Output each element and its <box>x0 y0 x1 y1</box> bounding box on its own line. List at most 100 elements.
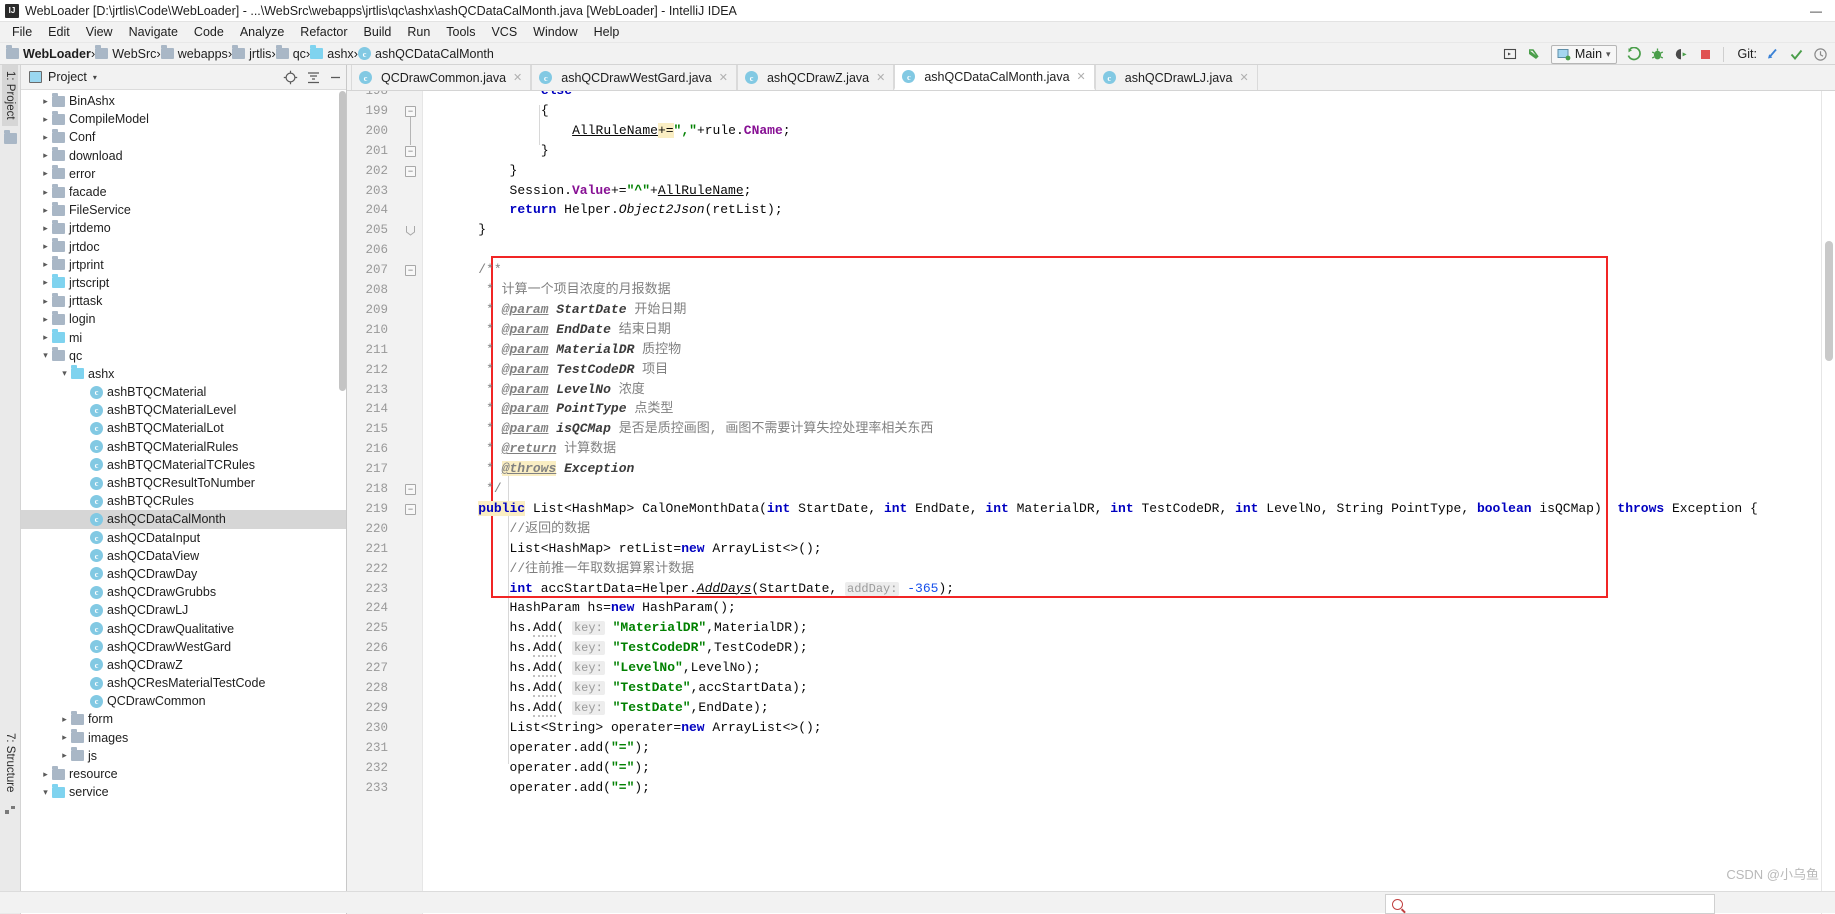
fold-marker-icon[interactable] <box>405 225 416 236</box>
fold-marker-icon[interactable]: − <box>405 106 416 117</box>
console-icon[interactable] <box>1499 44 1521 64</box>
collapse-all-icon[interactable] <box>306 70 321 85</box>
code-line[interactable]: } <box>447 161 517 181</box>
tree-item-resource[interactable]: resource <box>21 765 346 783</box>
code-editor[interactable]: 198199−200201−202−203204205206207−208209… <box>347 91 1835 914</box>
menu-item-analyze[interactable]: Analyze <box>232 23 292 41</box>
chevron-right-icon[interactable] <box>58 750 71 761</box>
run-with-coverage-icon[interactable] <box>1671 44 1693 64</box>
chevron-right-icon[interactable] <box>39 205 52 216</box>
close-icon[interactable]: ✕ <box>876 71 885 84</box>
project-tree-scrollbar[interactable] <box>339 91 346 391</box>
commit-icon[interactable] <box>1785 44 1807 64</box>
chevron-right-icon[interactable] <box>39 296 52 307</box>
code-line[interactable]: * @return 计算数据 <box>447 439 616 459</box>
code-line[interactable]: operater.add("="); <box>447 778 650 798</box>
fold-marker-icon[interactable]: − <box>405 265 416 276</box>
chevron-right-icon[interactable] <box>39 241 52 252</box>
code-line[interactable]: } <box>447 220 486 240</box>
breadcrumb-item-WebSrc[interactable]: WebSrc <box>95 47 156 61</box>
update-project-icon[interactable] <box>1761 44 1783 64</box>
editor-tab-ashQCDataCalMonth.java[interactable]: cashQCDataCalMonth.java✕ <box>894 65 1094 90</box>
tree-item-BinAshx[interactable]: BinAshx <box>21 92 346 110</box>
code-line[interactable]: * @param TestCodeDR 项目 <box>447 360 668 380</box>
close-icon[interactable]: ✕ <box>719 71 728 84</box>
code-line[interactable]: * @throws Exception <box>447 459 642 479</box>
editor-marker-bar[interactable] <box>1821 91 1835 914</box>
menu-item-file[interactable]: File <box>4 23 40 41</box>
chevron-down-icon[interactable] <box>39 787 52 798</box>
tree-item-login[interactable]: login <box>21 310 346 328</box>
tree-item-ashQCDrawLJ[interactable]: cashQCDrawLJ <box>21 601 346 619</box>
breadcrumb-item-webapps[interactable]: webapps <box>161 47 228 61</box>
code-line[interactable]: hs.Add( key: "TestDate",accStartData); <box>447 678 808 698</box>
code-line[interactable]: public List<HashMap> CalOneMonthData(int… <box>447 499 1758 519</box>
editor-tab-ashQCDrawLJ.java[interactable]: cashQCDrawLJ.java✕ <box>1095 65 1258 90</box>
tree-item-ashBTQCMaterialLevel[interactable]: cashBTQCMaterialLevel <box>21 401 346 419</box>
editor-tab-QCDrawCommon.java[interactable]: cQCDrawCommon.java✕ <box>351 65 531 90</box>
code-line[interactable]: * 计算一个项目浓度的月报数据 <box>447 280 671 300</box>
code-line[interactable]: operater.add("="); <box>447 738 650 758</box>
tree-item-mi[interactable]: mi <box>21 328 346 346</box>
code-text[interactable]: else{AllRuleName+=","+rule.CName;}}Sessi… <box>423 91 1821 914</box>
rail-tab-project[interactable]: 1: Project <box>2 65 18 126</box>
breadcrumb-item-ashQCDataCalMonth[interactable]: cashQCDataCalMonth <box>358 47 494 61</box>
history-icon[interactable] <box>1809 44 1831 64</box>
tree-item-service[interactable]: service <box>21 783 346 801</box>
chevron-right-icon[interactable] <box>39 187 52 198</box>
breadcrumb-item-qc[interactable]: qc <box>276 47 306 61</box>
project-tree[interactable]: BinAshxCompileModelConfdownloaderrorfaca… <box>21 90 346 914</box>
tree-item-ashQCDataView[interactable]: cashQCDataView <box>21 547 346 565</box>
code-line[interactable]: //往前推一年取数据算累计数据 <box>447 559 694 579</box>
run-configuration-selector[interactable]: Main ▾ <box>1551 45 1617 64</box>
chevron-right-icon[interactable] <box>58 732 71 743</box>
menu-item-window[interactable]: Window <box>525 23 585 41</box>
code-line[interactable]: } <box>447 141 549 161</box>
menu-item-code[interactable]: Code <box>186 23 232 41</box>
code-line[interactable]: * @param StartDate 开始日期 <box>447 300 686 320</box>
tree-item-ashBTQCMaterialRules[interactable]: cashBTQCMaterialRules <box>21 438 346 456</box>
menu-item-help[interactable]: Help <box>586 23 628 41</box>
code-line[interactable]: hs.Add( key: "TestCodeDR",TestCodeDR); <box>447 638 808 658</box>
tree-item-ashQCDataCalMonth[interactable]: cashQCDataCalMonth <box>21 510 346 528</box>
editor-vertical-scrollbar[interactable] <box>1825 241 1833 361</box>
menu-item-vcs[interactable]: VCS <box>483 23 525 41</box>
tree-item-ashQCDrawWestGard[interactable]: cashQCDrawWestGard <box>21 638 346 656</box>
chevron-right-icon[interactable] <box>39 259 52 270</box>
code-line[interactable]: operater.add("="); <box>447 758 650 778</box>
code-line[interactable]: int accStartData=Helper.AddDays(StartDat… <box>447 579 954 599</box>
debug-icon[interactable] <box>1647 44 1669 64</box>
chevron-right-icon[interactable] <box>58 714 71 725</box>
tree-item-jrtdoc[interactable]: jrtdoc <box>21 238 346 256</box>
editor-tab-ashQCDrawWestGard.java[interactable]: cashQCDrawWestGard.java✕ <box>531 65 737 90</box>
chevron-down-icon[interactable] <box>58 368 71 379</box>
tree-item-ashBTQCMaterialTCRules[interactable]: cashBTQCMaterialTCRules <box>21 456 346 474</box>
tree-item-jrtdemo[interactable]: jrtdemo <box>21 219 346 237</box>
tree-item-ashBTQCMaterialLot[interactable]: cashBTQCMaterialLot <box>21 419 346 437</box>
chevron-right-icon[interactable] <box>39 223 52 234</box>
chevron-right-icon[interactable] <box>39 168 52 179</box>
tree-item-qc[interactable]: qc <box>21 347 346 365</box>
tree-item-facade[interactable]: facade <box>21 183 346 201</box>
tree-item-ashBTQCMaterial[interactable]: cashBTQCMaterial <box>21 383 346 401</box>
tree-item-QCDrawCommon[interactable]: cQCDrawCommon <box>21 692 346 710</box>
code-line[interactable]: * @param EndDate 结束日期 <box>447 320 671 340</box>
chevron-down-icon[interactable]: ▾ <box>93 73 97 82</box>
run-icon[interactable] <box>1623 44 1645 64</box>
chevron-right-icon[interactable] <box>39 332 52 343</box>
code-line[interactable]: * @param PointType 点类型 <box>447 399 673 419</box>
tree-item-ashQCDrawZ[interactable]: cashQCDrawZ <box>21 656 346 674</box>
menu-item-run[interactable]: Run <box>399 23 438 41</box>
code-line[interactable]: hs.Add( key: "LevelNo",LevelNo); <box>447 658 761 678</box>
chevron-right-icon[interactable] <box>39 314 52 325</box>
tree-item-images[interactable]: images <box>21 729 346 747</box>
code-line[interactable]: HashParam hs=new HashParam(); <box>447 598 736 618</box>
code-line[interactable]: else <box>447 91 572 101</box>
build-icon[interactable] <box>1523 44 1545 64</box>
minimize-button[interactable]: — <box>1797 0 1835 22</box>
fold-marker-icon[interactable]: − <box>405 146 416 157</box>
chevron-down-icon[interactable] <box>39 350 52 361</box>
fold-marker-icon[interactable]: − <box>405 484 416 495</box>
tree-item-jrttask[interactable]: jrttask <box>21 292 346 310</box>
code-line[interactable]: return Helper.Object2Json(retList); <box>447 200 783 220</box>
